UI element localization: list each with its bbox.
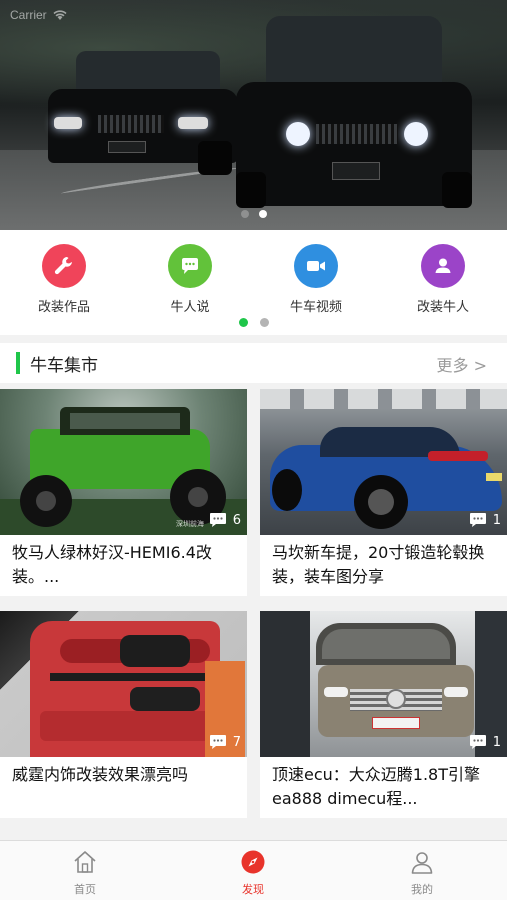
quick-item-modified-works[interactable]: 改装作品 xyxy=(14,244,114,316)
market-card[interactable]: 深圳前海 6 牧马人绿林好汉-HEMI6.4改装。... xyxy=(0,389,247,596)
profile-icon xyxy=(409,849,435,875)
comment-badge: 1 xyxy=(469,511,501,529)
menu-dot-active[interactable] xyxy=(238,318,248,327)
comment-icon xyxy=(469,512,487,528)
tab-home[interactable]: 首页 xyxy=(40,849,130,899)
comment-icon xyxy=(209,734,227,750)
quick-item-tuning-experts[interactable]: 改装牛人 xyxy=(393,244,493,316)
wifi-icon xyxy=(53,9,67,21)
market-card[interactable]: 1 马坎新车提，20寸锻造轮毂换装，装车图分享 xyxy=(260,389,507,596)
carrier-label: Carrier xyxy=(10,8,47,22)
quick-label-tuning-experts: 改装牛人 xyxy=(416,300,469,315)
status-bar: Carrier xyxy=(10,6,67,24)
banner-dot-active[interactable] xyxy=(258,210,267,218)
quick-item-car-videos[interactable]: 牛车视频 xyxy=(266,244,366,316)
tab-label-discover: 发现 xyxy=(242,883,264,896)
quick-label-experts-talk: 牛人说 xyxy=(170,300,210,315)
tab-label-home: 首页 xyxy=(74,883,96,896)
market-card[interactable]: 1 顶速ecu：大众迈腾1.8T引擎 ea888 dimecu程... xyxy=(260,611,507,818)
hero-banner[interactable]: Carrier xyxy=(0,0,507,230)
video-camera-icon xyxy=(294,244,338,288)
section-title: 牛车集市 xyxy=(30,355,98,376)
quick-item-experts-talk[interactable]: 牛人说 xyxy=(140,244,240,316)
bottom-tab-bar: 首页 发现 我的 xyxy=(0,840,507,900)
banner-dot[interactable] xyxy=(240,210,249,218)
person-icon xyxy=(421,244,465,288)
card-title: 顶速ecu：大众迈腾1.8T引擎 ea888 dimecu程... xyxy=(272,765,481,808)
market-section-header: 牛车集市 更多 > xyxy=(0,343,507,383)
market-card[interactable]: 7 威霆内饰改装效果漂亮吗 xyxy=(0,611,247,818)
comment-icon xyxy=(469,734,487,750)
banner-car-left xyxy=(48,45,248,175)
menu-dot[interactable] xyxy=(259,318,269,327)
quick-menu-page-indicator xyxy=(0,318,507,327)
chat-bubble-icon xyxy=(168,244,212,288)
more-link[interactable]: 更多 > xyxy=(437,352,488,376)
tab-profile[interactable]: 我的 xyxy=(377,849,467,899)
banner-page-indicator xyxy=(0,210,507,218)
compass-icon xyxy=(240,849,266,875)
comment-badge: 6 xyxy=(209,511,241,529)
quick-label-car-videos: 牛车视频 xyxy=(289,300,342,315)
card-title: 威霆内饰改装效果漂亮吗 xyxy=(12,765,189,784)
wrench-icon xyxy=(42,244,86,288)
home-icon xyxy=(72,849,98,875)
quick-label-modified-works: 改装作品 xyxy=(37,300,90,315)
comment-badge: 7 xyxy=(209,733,241,751)
tab-label-profile: 我的 xyxy=(411,883,433,896)
comment-count: 7 xyxy=(232,734,241,750)
quick-menu: 改装作品 牛人说 牛车视频 改装牛人 xyxy=(0,230,507,335)
comment-count: 1 xyxy=(492,512,501,528)
banner-car-right xyxy=(232,12,482,212)
section-accent-bar xyxy=(16,352,20,374)
comment-count: 6 xyxy=(232,512,241,528)
comment-count: 1 xyxy=(492,734,501,750)
card-title: 马坎新车提，20寸锻造轮毂换装，装车图分享 xyxy=(272,543,485,586)
image-watermark: 深圳前海 xyxy=(176,520,204,528)
comment-icon xyxy=(209,512,227,528)
comment-badge: 1 xyxy=(469,733,501,751)
card-title: 牧马人绿林好汉-HEMI6.4改装。... xyxy=(12,543,212,586)
tab-discover[interactable]: 发现 xyxy=(208,849,298,899)
